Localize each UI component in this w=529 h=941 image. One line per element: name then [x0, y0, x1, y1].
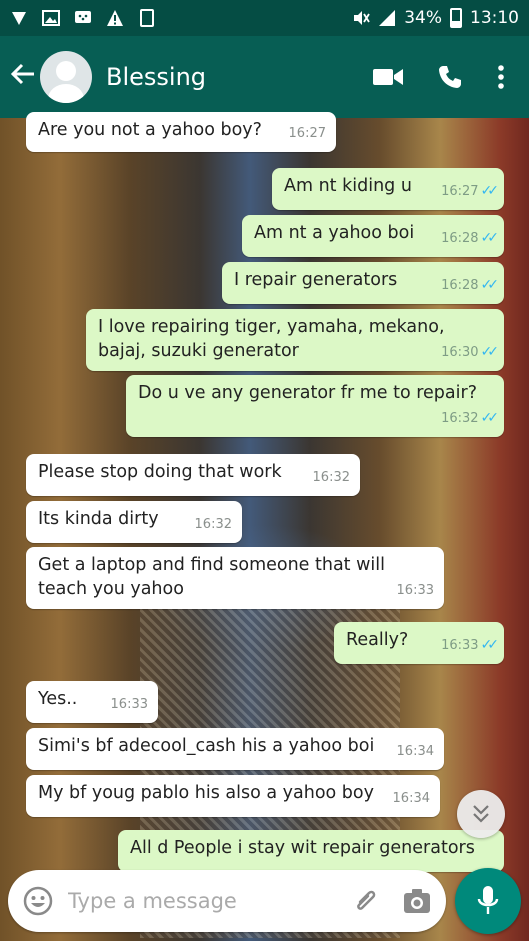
message-time: 16:34 [396, 744, 434, 759]
video-call-icon[interactable] [373, 66, 403, 88]
message-input[interactable] [68, 889, 308, 913]
message-time: 16:32 [194, 517, 232, 532]
scroll-to-bottom-button[interactable] [457, 790, 505, 838]
message-time: 16:34 [392, 791, 430, 806]
double-chevron-down-icon [473, 805, 489, 823]
message-text: Am nt kiding u [284, 176, 412, 196]
battery-percent: 34% [404, 8, 442, 28]
message-text: My bf youg pablo his also a yahoo boy [38, 783, 374, 803]
camera-icon[interactable] [402, 887, 432, 915]
message-bubble[interactable]: Get a laptop and find someone that will … [26, 547, 444, 609]
message-time: 16:32 [312, 470, 350, 485]
message-bubble[interactable]: Do u ve any generator fr me to repair? 1… [126, 375, 504, 437]
chat-header: Blessing [0, 36, 529, 118]
message-bubble[interactable]: Am nt a yahoo boi 16:28 ✓✓ [242, 215, 504, 257]
back-arrow-icon[interactable] [0, 61, 40, 94]
message-text: Are you not a yahoo boy? [38, 120, 262, 140]
bbm-icon [75, 11, 91, 23]
contact-avatar[interactable] [40, 51, 92, 103]
screenshot-icon [140, 9, 154, 27]
voice-call-icon[interactable] [437, 64, 463, 90]
message-bubble[interactable]: Please stop doing that work 16:32 [26, 454, 360, 496]
message-time: 16:30 [441, 345, 479, 360]
message-text: Get a laptop and find someone that will … [38, 555, 386, 599]
message-text: Yes.. [38, 689, 78, 709]
read-receipt-icon: ✓✓ [480, 183, 500, 199]
message-time: 16:27 [441, 184, 479, 199]
message-text: I love repairing tiger, yamaha, mekano, … [98, 317, 445, 361]
check-shield-icon [12, 12, 26, 25]
message-text: Really? [346, 630, 409, 650]
microphone-icon [477, 886, 499, 914]
more-options-icon[interactable] [497, 64, 505, 90]
read-receipt-icon: ✓✓ [480, 344, 500, 360]
message-text: Its kinda dirty [38, 509, 159, 529]
emoji-icon[interactable] [22, 885, 54, 917]
message-bubble[interactable]: All d People i stay wit repair generator… [118, 830, 504, 872]
message-text: Do u ve any generator fr me to repair? [138, 383, 477, 403]
message-time: 16:33 [110, 697, 148, 712]
message-text: Please stop doing that work [38, 462, 282, 482]
message-bubble[interactable]: Are you not a yahoo boy? 16:27 [26, 112, 336, 152]
battery-icon [450, 8, 462, 28]
contact-name[interactable]: Blessing [106, 63, 206, 91]
message-bubble[interactable]: Yes.. 16:33 [26, 681, 158, 723]
message-text: Am nt a yahoo boi [254, 223, 415, 243]
message-bubble[interactable]: Its kinda dirty 16:32 [26, 501, 242, 543]
message-time: 16:28 [441, 231, 479, 246]
message-composer [8, 870, 446, 932]
read-receipt-icon: ✓✓ [480, 410, 500, 426]
attach-icon[interactable] [352, 886, 380, 916]
message-time: 16:27 [288, 126, 326, 141]
read-receipt-icon: ✓✓ [480, 637, 500, 653]
mute-icon [354, 11, 370, 25]
read-receipt-icon: ✓✓ [480, 277, 500, 293]
message-time: 16:33 [441, 638, 479, 653]
mic-button[interactable] [455, 868, 521, 934]
signal-icon [379, 10, 396, 26]
read-receipt-icon: ✓✓ [480, 230, 500, 246]
message-bubble[interactable]: I repair generators 16:28 ✓✓ [222, 262, 504, 304]
clock: 13:10 [470, 8, 519, 28]
message-bubble[interactable]: Simi's bf adecool_cash his a yahoo boi 1… [26, 728, 444, 770]
gallery-icon [42, 10, 60, 26]
message-bubble[interactable]: Really? 16:33 ✓✓ [334, 622, 504, 664]
message-time: 16:33 [396, 583, 434, 598]
status-bar: 34% 13:10 [0, 0, 529, 36]
message-bubble[interactable]: I love repairing tiger, yamaha, mekano, … [86, 309, 504, 371]
message-time: 16:32 [441, 411, 479, 426]
message-time: 16:28 [441, 278, 479, 293]
message-text: All d People i stay wit repair generator… [130, 838, 475, 858]
message-bubble[interactable]: Am nt kiding u 16:27 ✓✓ [272, 168, 504, 210]
message-bubble[interactable]: My bf youg pablo his also a yahoo boy 16… [26, 775, 440, 817]
message-text: I repair generators [234, 270, 398, 290]
warning-icon [107, 10, 123, 26]
message-text: Simi's bf adecool_cash his a yahoo boi [38, 736, 375, 756]
